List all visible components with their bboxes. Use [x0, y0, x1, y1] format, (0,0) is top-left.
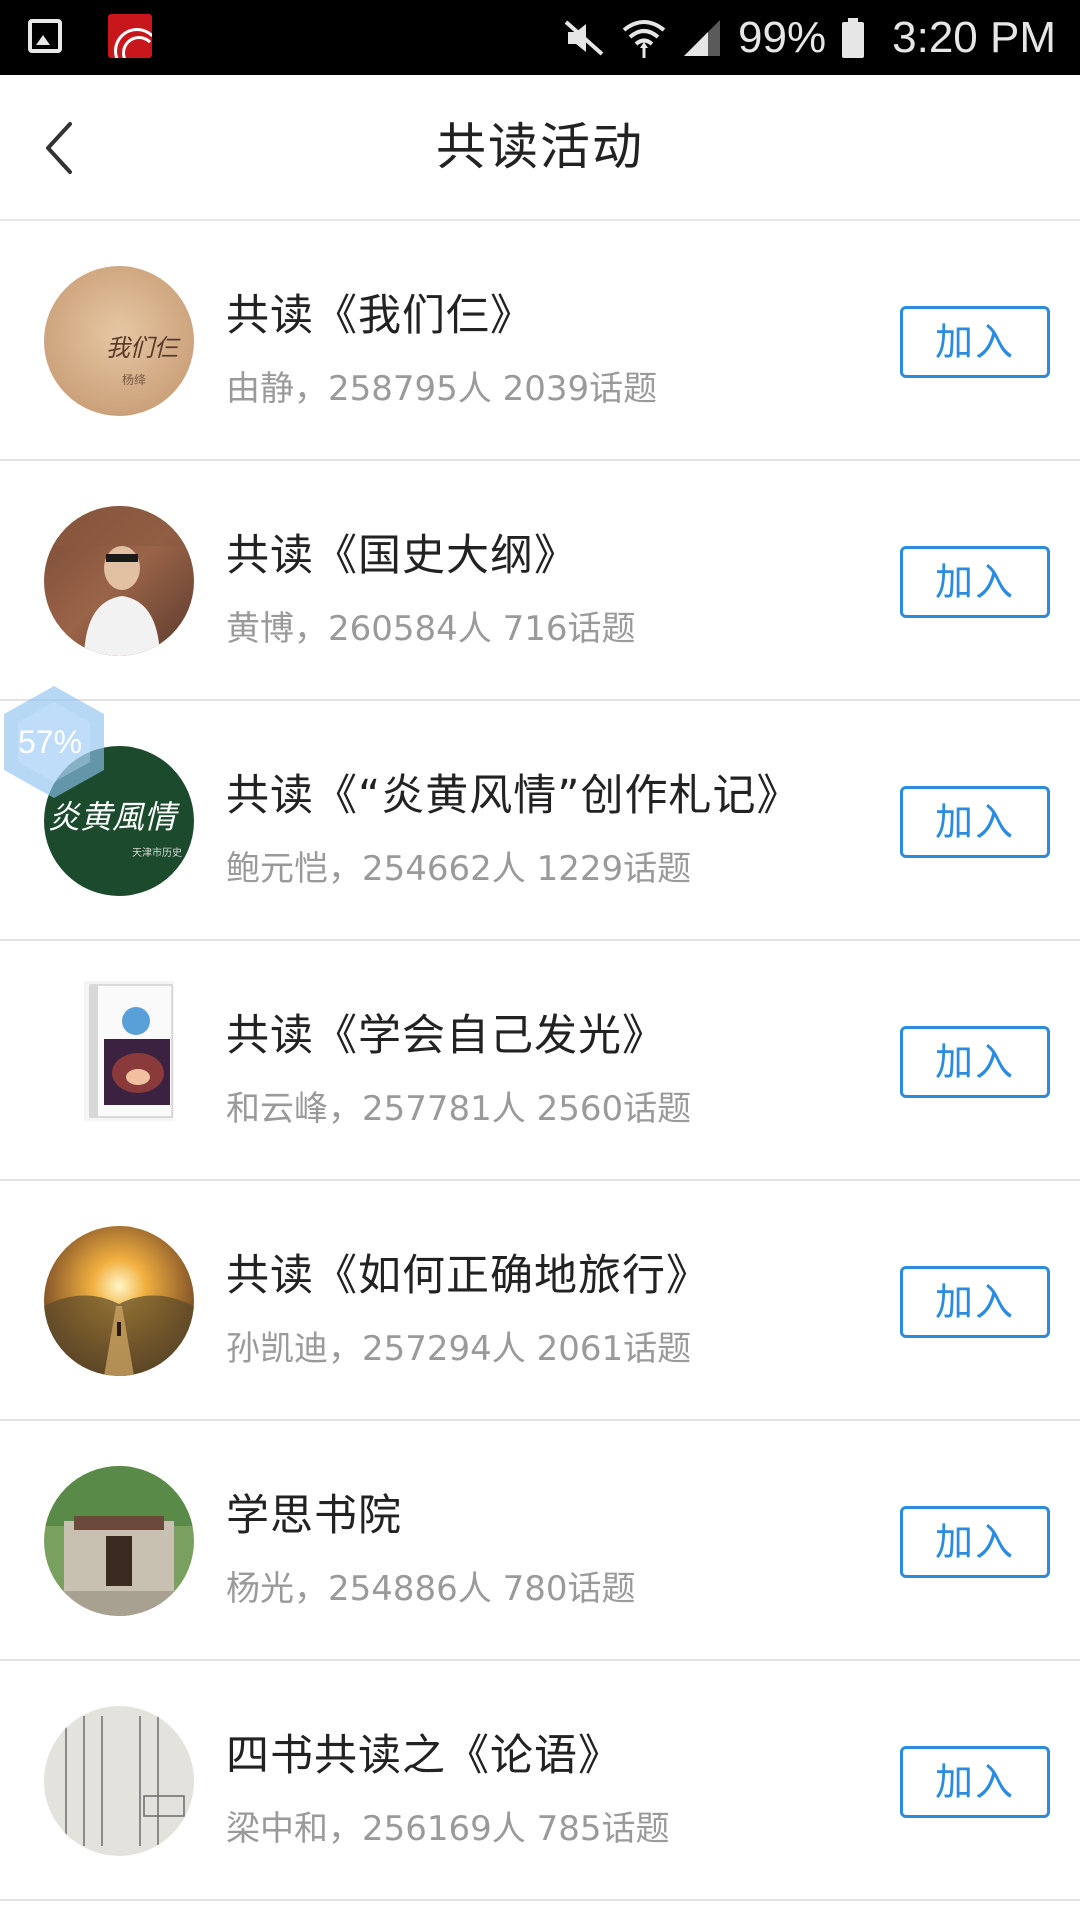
item-meta: 孙凯迪，257294人 2061话题: [226, 1329, 692, 1369]
host-photo-avatar: [44, 506, 194, 656]
item-title: 共读《国史大纲》: [226, 531, 578, 581]
wifi-icon: [622, 16, 666, 60]
item-title: 共读《如何正确地旅行》: [226, 1251, 710, 1301]
clock: 3:20 PM: [892, 12, 1056, 62]
item-meta: 梁中和，256169人 785话题: [226, 1809, 670, 1849]
item-title: 四书共读之《论语》: [226, 1731, 622, 1781]
cover-author-text: 杨绛: [122, 372, 146, 387]
item-meta: 黄博，260584人 716话题: [226, 609, 636, 649]
gallery-icon: [28, 19, 62, 53]
cover-avatar: [44, 1226, 194, 1376]
item-title: 学思书院: [226, 1491, 402, 1541]
battery-icon: [842, 17, 865, 58]
app-header: 共读活动: [0, 75, 1080, 221]
cover-title-text: 炎黄風情: [48, 798, 180, 836]
list-item[interactable]: 共读《如何正确地旅行》 孙凯迪，257294人 2061话题 加入: [0, 1181, 1080, 1421]
app-logo-icon: [108, 14, 152, 58]
list-item[interactable]: 我们仨 杨绛 共读《我们仨》 由静，258795人 2039话题 加入: [0, 221, 1080, 461]
join-button[interactable]: 加入: [900, 1746, 1050, 1818]
reading-activity-list: 我们仨 杨绛 共读《我们仨》 由静，258795人 2039话题 加入 共读《国…: [0, 221, 1080, 1901]
cover-author-text: 天津市历史: [132, 846, 182, 859]
item-title: 共读《学会自己发光》: [226, 1011, 666, 1061]
book-cover-image: [84, 981, 174, 1121]
status-bar: 99% 3:20 PM: [0, 0, 1080, 75]
mute-icon: [562, 18, 606, 58]
signal-icon: [682, 18, 722, 58]
item-meta: 鲍元恺，254662人 1229话题: [226, 849, 692, 889]
item-title: 共读《“炎黄风情”创作札记》: [226, 771, 801, 821]
cover-avatar: [44, 1466, 194, 1616]
cover-title-text: 我们仨: [106, 334, 181, 362]
battery-percent: 99%: [738, 12, 827, 62]
list-item[interactable]: 炎黄風情 天津市历史 共读《“炎黄风情”创作札记》 鲍元恺，254662人 12…: [0, 701, 1080, 941]
item-meta: 由静，258795人 2039话题: [226, 369, 658, 409]
floating-badge-label: 57%: [18, 724, 83, 760]
join-button[interactable]: 加入: [900, 1026, 1050, 1098]
item-title: 共读《我们仨》: [226, 291, 534, 341]
page-title: 共读活动: [436, 118, 644, 176]
join-button[interactable]: 加入: [900, 1266, 1050, 1338]
cover-avatar: [44, 1706, 194, 1856]
join-button[interactable]: 加入: [900, 306, 1050, 378]
list-item[interactable]: 共读《国史大纲》 黄博，260584人 716话题 加入: [0, 461, 1080, 701]
list-item[interactable]: 四书共读之《论语》 梁中和，256169人 785话题 加入: [0, 1661, 1080, 1901]
list-item[interactable]: 学思书院 杨光，254886人 780话题 加入: [0, 1421, 1080, 1661]
floating-progress-badge[interactable]: 57%: [0, 684, 108, 800]
cover-avatar: 我们仨 杨绛: [44, 266, 194, 416]
join-button[interactable]: 加入: [900, 786, 1050, 858]
item-meta: 和云峰，257781人 2560话题: [226, 1089, 692, 1129]
join-button[interactable]: 加入: [900, 1506, 1050, 1578]
list-item[interactable]: 共读《学会自己发光》 和云峰，257781人 2560话题 加入: [0, 941, 1080, 1181]
item-meta: 杨光，254886人 780话题: [226, 1569, 636, 1609]
join-button[interactable]: 加入: [900, 546, 1050, 618]
